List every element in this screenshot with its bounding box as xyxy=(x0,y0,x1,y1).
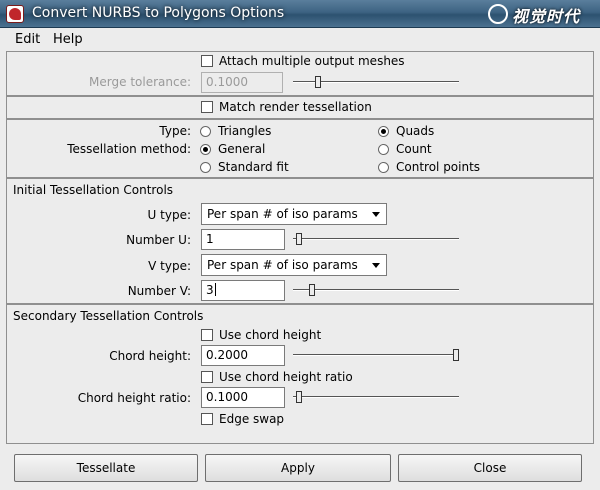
secondary-tessellation-panel: Secondary Tessellation Controls Use chor… xyxy=(6,304,594,444)
close-button[interactable]: Close xyxy=(398,454,582,482)
method-count-label: Count xyxy=(396,142,432,156)
menu-edit[interactable]: Edit xyxy=(15,32,40,47)
merge-tolerance-slider[interactable] xyxy=(293,76,459,88)
v-type-dropdown[interactable]: Per span # of iso params xyxy=(201,254,387,276)
watermark-logo: 视觉时代 xyxy=(486,2,596,26)
tessellation-panel: Type: Triangles Quads Tessellation metho… xyxy=(6,119,594,178)
slider-thumb[interactable] xyxy=(296,391,302,403)
method-standard-fit-radio[interactable] xyxy=(200,162,211,173)
method-general-radio[interactable] xyxy=(200,144,211,155)
menu-help[interactable]: Help xyxy=(53,32,83,47)
edge-swap-checkbox[interactable] xyxy=(201,413,213,425)
slider-track xyxy=(293,238,459,240)
maya-app-icon xyxy=(6,5,24,23)
method-standard-fit-label: Standard fit xyxy=(218,160,289,174)
number-u-slider[interactable] xyxy=(293,233,459,245)
slider-thumb[interactable] xyxy=(453,349,459,361)
use-chord-height-ratio-label: Use chord height ratio xyxy=(219,370,353,384)
type-triangles-label: Triangles xyxy=(218,124,272,138)
window-title: Convert NURBS to Polygons Options xyxy=(32,5,285,21)
method-control-points-label: Control points xyxy=(396,160,481,174)
chord-height-ratio-field[interactable]: 0.1000 xyxy=(201,387,285,408)
chord-height-ratio-slider[interactable] xyxy=(293,391,459,403)
match-render-checkbox[interactable] xyxy=(201,101,213,113)
number-v-label: Number V: xyxy=(127,284,191,298)
slider-thumb[interactable] xyxy=(296,233,302,245)
watermark-text: 视觉时代 xyxy=(512,7,581,26)
method-control-points-radio[interactable] xyxy=(378,162,389,173)
number-u-field[interactable]: 1 xyxy=(201,229,285,250)
number-u-label: Number U: xyxy=(126,233,191,247)
slider-track xyxy=(293,354,459,356)
attach-meshes-label: Attach multiple output meshes xyxy=(219,54,405,68)
number-v-field[interactable]: 3 xyxy=(201,280,285,301)
watermark-circle-icon xyxy=(488,4,508,24)
type-triangles-radio[interactable] xyxy=(200,126,211,137)
attach-meshes-checkbox[interactable] xyxy=(201,55,213,67)
slider-track xyxy=(293,289,459,291)
use-chord-height-checkbox[interactable] xyxy=(201,329,213,341)
render-options-panel: Match render tessellation xyxy=(6,96,594,119)
u-type-dropdown[interactable]: Per span # of iso params xyxy=(201,203,387,225)
apply-button[interactable]: Apply xyxy=(205,454,391,482)
use-chord-height-label: Use chord height xyxy=(219,328,322,342)
type-quads-label: Quads xyxy=(396,124,435,138)
type-quads-radio[interactable] xyxy=(378,126,389,137)
secondary-section-header: Secondary Tessellation Controls xyxy=(13,309,204,323)
initial-tessellation-panel: Initial Tessellation Controls U type: Pe… xyxy=(6,178,594,304)
chord-height-label: Chord height: xyxy=(109,349,191,363)
merge-tolerance-label: Merge tolerance: xyxy=(89,75,191,89)
v-type-label: V type: xyxy=(148,259,191,273)
number-v-value: 3 xyxy=(206,283,214,297)
slider-thumb[interactable] xyxy=(309,284,315,296)
chevron-down-icon[interactable] xyxy=(368,257,384,273)
chord-height-field[interactable]: 0.2000 xyxy=(201,345,285,366)
chord-height-slider[interactable] xyxy=(293,349,459,361)
v-type-value: Per span # of iso params xyxy=(207,258,358,272)
method-label: Tessellation method: xyxy=(67,142,191,156)
use-chord-height-ratio-checkbox[interactable] xyxy=(201,371,213,383)
u-type-value: Per span # of iso params xyxy=(207,207,358,221)
initial-section-header: Initial Tessellation Controls xyxy=(13,183,174,197)
match-render-label: Match render tessellation xyxy=(219,100,372,114)
output-options-panel: Attach multiple output meshes Merge tole… xyxy=(6,51,594,96)
method-count-radio[interactable] xyxy=(378,144,389,155)
number-v-slider[interactable] xyxy=(293,284,459,296)
method-general-label: General xyxy=(218,142,266,156)
u-type-label: U type: xyxy=(147,208,191,222)
type-label: Type: xyxy=(159,124,191,138)
chord-height-ratio-label: Chord height ratio: xyxy=(77,391,191,405)
title-bar: Convert NURBS to Polygons Options 视觉时代 xyxy=(0,0,600,28)
tessellate-button[interactable]: Tessellate xyxy=(14,454,198,482)
slider-track xyxy=(293,396,459,398)
menu-bar: Edit Help xyxy=(6,29,594,51)
text-caret xyxy=(214,283,216,296)
edge-swap-label: Edge swap xyxy=(219,412,285,426)
chevron-down-icon[interactable] xyxy=(368,206,384,222)
slider-thumb[interactable] xyxy=(315,76,321,88)
merge-tolerance-field[interactable]: 0.1000 xyxy=(201,72,283,93)
